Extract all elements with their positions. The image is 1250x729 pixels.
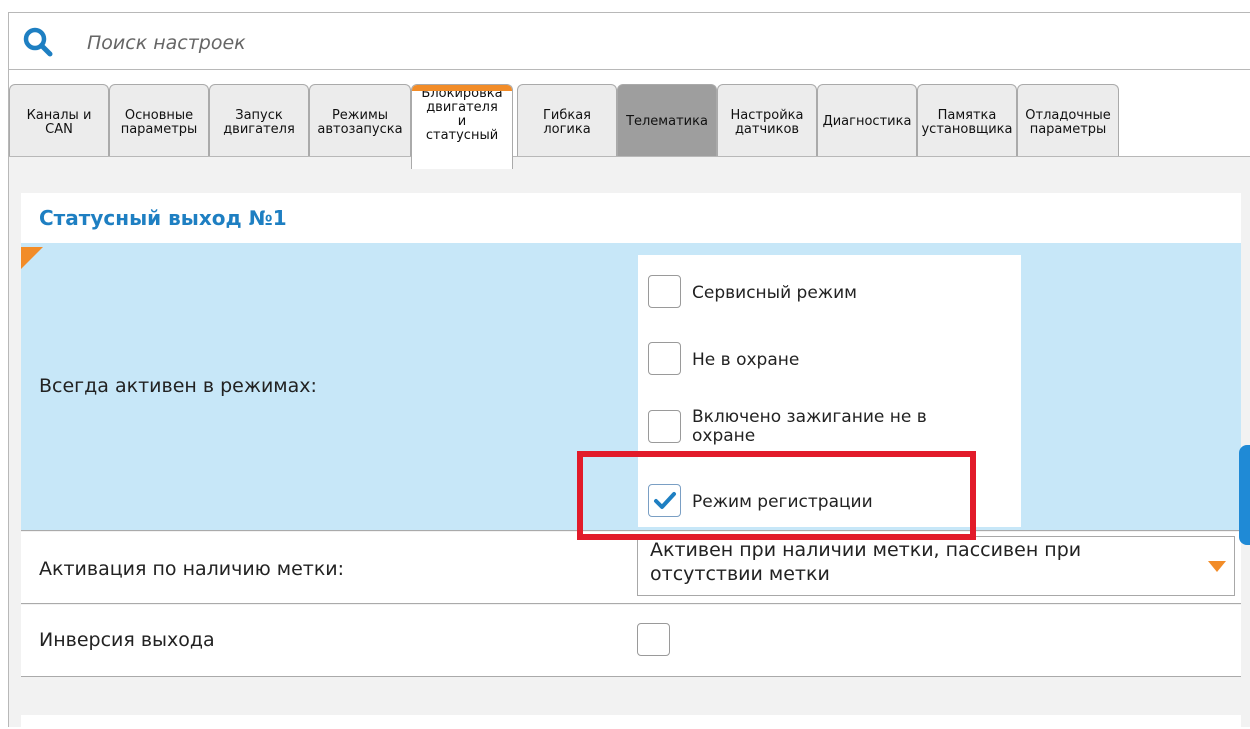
highlight-annotation [577,451,976,540]
tab-label: параметры [120,122,198,137]
section-header: Статусный выход №1 [21,193,1241,243]
setting-label: Активация по наличию метки: [39,558,345,580]
settings-panel: Статусный выход №1 Всегда активен в режи… [8,156,1250,729]
tab-autostart-modes[interactable]: Режимы автозапуска [309,84,411,157]
select-value: Активен при наличии метки, пассивен при … [650,539,1082,585]
tab-telematics[interactable]: Телематика [617,84,717,157]
setting-label: Всегда активен в режимах: [39,375,317,397]
tab-label: Памятка [937,108,997,123]
search-input[interactable] [87,29,987,57]
tab-label: Основные [124,108,194,123]
checkbox-box[interactable] [648,275,681,308]
tab-label: Запуск [235,108,283,123]
tab-sensor-setup[interactable]: Настройка датчиков [717,84,817,157]
section-title: Статусный выход №1 [39,206,287,230]
tab-label: датчиков [734,122,800,137]
checkbox-not-armed[interactable]: Не в охране [648,342,1008,378]
tab-installer-memo[interactable]: Памятка установщика [917,84,1017,157]
tab-label: CAN [45,122,73,137]
tab-channels-can[interactable]: Каналы и CAN [9,84,109,157]
tab-label: Режимы [331,108,389,123]
inversion-checkbox[interactable] [637,623,670,656]
tab-engine-start[interactable]: Запуск двигателя [209,84,309,157]
modified-marker-icon [21,247,43,269]
setting-label: Инверсия выхода [39,629,215,651]
tab-label: логика [543,122,591,137]
tab-label: Диагностика [822,114,912,129]
checkbox-box[interactable] [648,410,681,443]
tab-label: Настройка [730,108,804,123]
chevron-down-icon[interactable] [1208,561,1226,572]
tab-flexible-logic[interactable]: Гибкая логика [517,84,617,157]
tab-label: Телематика [626,114,708,129]
tab-label: Отладочные [1025,108,1111,123]
tab-engine-block[interactable]: Блокировка двигателя и статусный [411,84,513,169]
tab-label: двигателя [426,100,498,115]
tab-label: Гибкая [542,108,592,123]
checkbox-label: Включено зажигание не в охране [692,407,927,446]
search-icon[interactable] [23,27,53,57]
checkbox-box[interactable] [648,342,681,375]
tab-label: двигателя [223,122,295,137]
tab-label: автозапуска [317,122,403,137]
tab-label: и [457,114,467,129]
checkbox-service-mode[interactable]: Сервисный режим [648,275,1008,311]
tab-label: статусный [425,128,499,143]
checkbox-label: Сервисный режим [692,283,857,303]
tab-label: параметры [1029,122,1107,137]
tab-label: Блокировка [421,86,503,101]
tab-debug-params[interactable]: Отладочные параметры [1017,84,1119,157]
tab-main-params[interactable]: Основные параметры [109,84,209,157]
setting-row-inversion[interactable]: Инверсия выхода [21,605,1241,677]
setting-row-activation[interactable]: Активация по наличию метки: Активен при … [21,532,1241,604]
tab-diagnostics[interactable]: Диагностика [817,84,917,157]
tab-label: Каналы и [26,108,92,123]
checkbox-ignition-not-armed[interactable]: Включено зажигание не в охране [648,407,1008,450]
side-panel-handle[interactable] [1239,445,1250,545]
checkbox-label: Не в охране [692,350,800,370]
tab-bar: Каналы и CAN Основные параметры Запуск д… [8,70,1250,169]
search-bar [8,12,1250,70]
tab-label: установщика [921,122,1013,137]
activation-select[interactable]: Активен при наличии метки, пассивен при … [637,536,1235,596]
